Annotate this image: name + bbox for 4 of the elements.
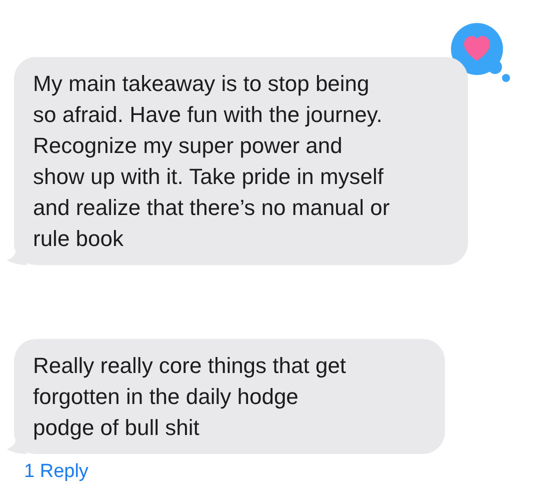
message-text: Really really core things that get forgotten in the daily hodge podge of bull shit [33,352,348,442]
reply-link[interactable]: 1 Reply [24,460,88,484]
heart-reaction-icon[interactable] [451,23,511,83]
message-text: My main takeaway is to stop being so afraid. Have fun with the journey. Recognize my super power and show up with it. Take pride in myself and realize that there’s no manual or rule book [33,70,391,253]
